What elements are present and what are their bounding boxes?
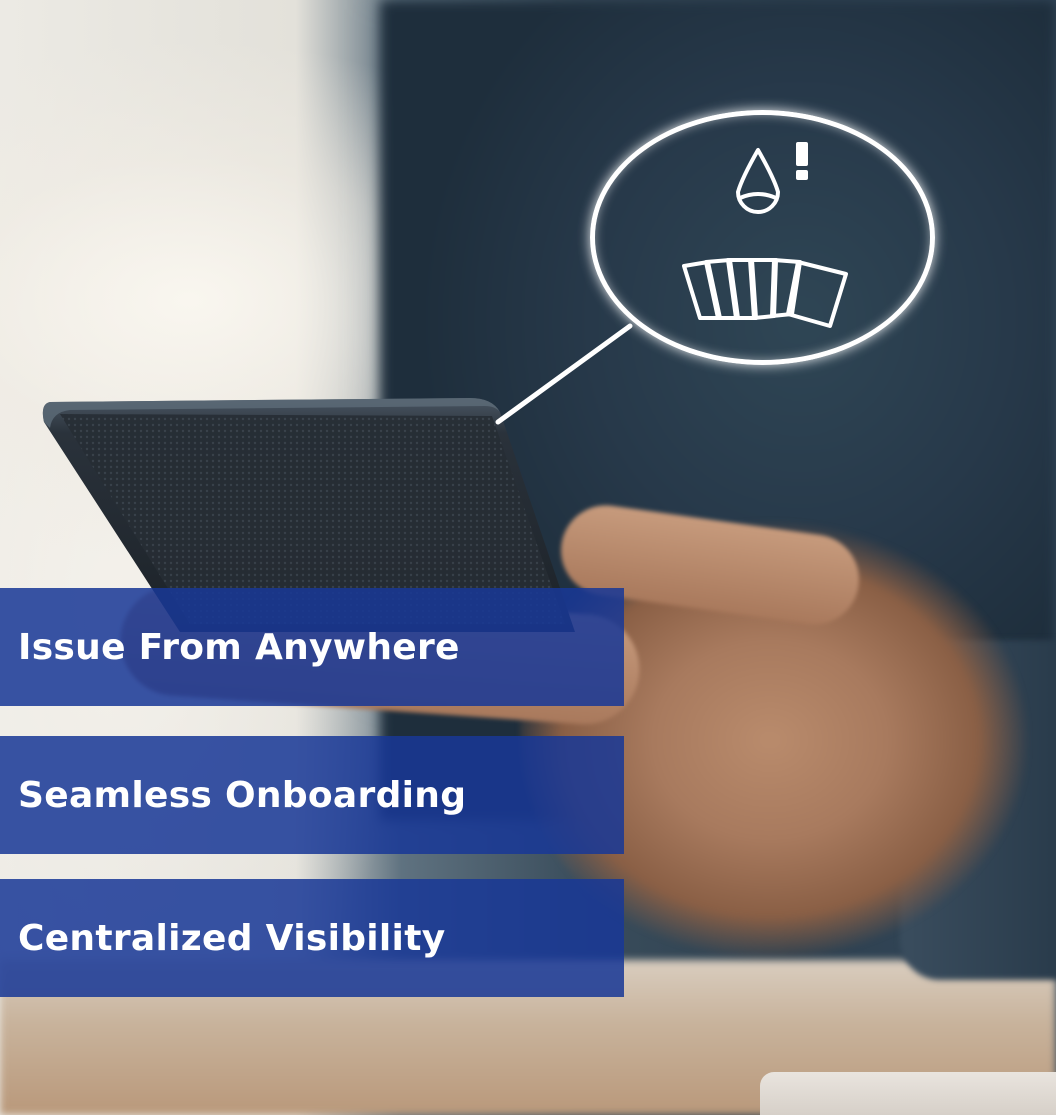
card-stack-icon — [682, 258, 848, 328]
ink-drop-alert-icon — [736, 142, 808, 214]
cup — [760, 1072, 1056, 1115]
callout-connector — [495, 323, 633, 425]
feature-label: Issue From Anywhere — [18, 626, 460, 668]
feature-issue-from-anywhere: Issue From Anywhere — [0, 588, 624, 706]
feature-centralized-visibility: Centralized Visibility — [0, 879, 624, 997]
hero-image: Issue From Anywhere Seamless Onboarding … — [0, 0, 1056, 1115]
feature-label: Seamless Onboarding — [18, 774, 467, 816]
feature-label: Centralized Visibility — [18, 917, 446, 959]
feature-seamless-onboarding: Seamless Onboarding — [0, 736, 624, 854]
